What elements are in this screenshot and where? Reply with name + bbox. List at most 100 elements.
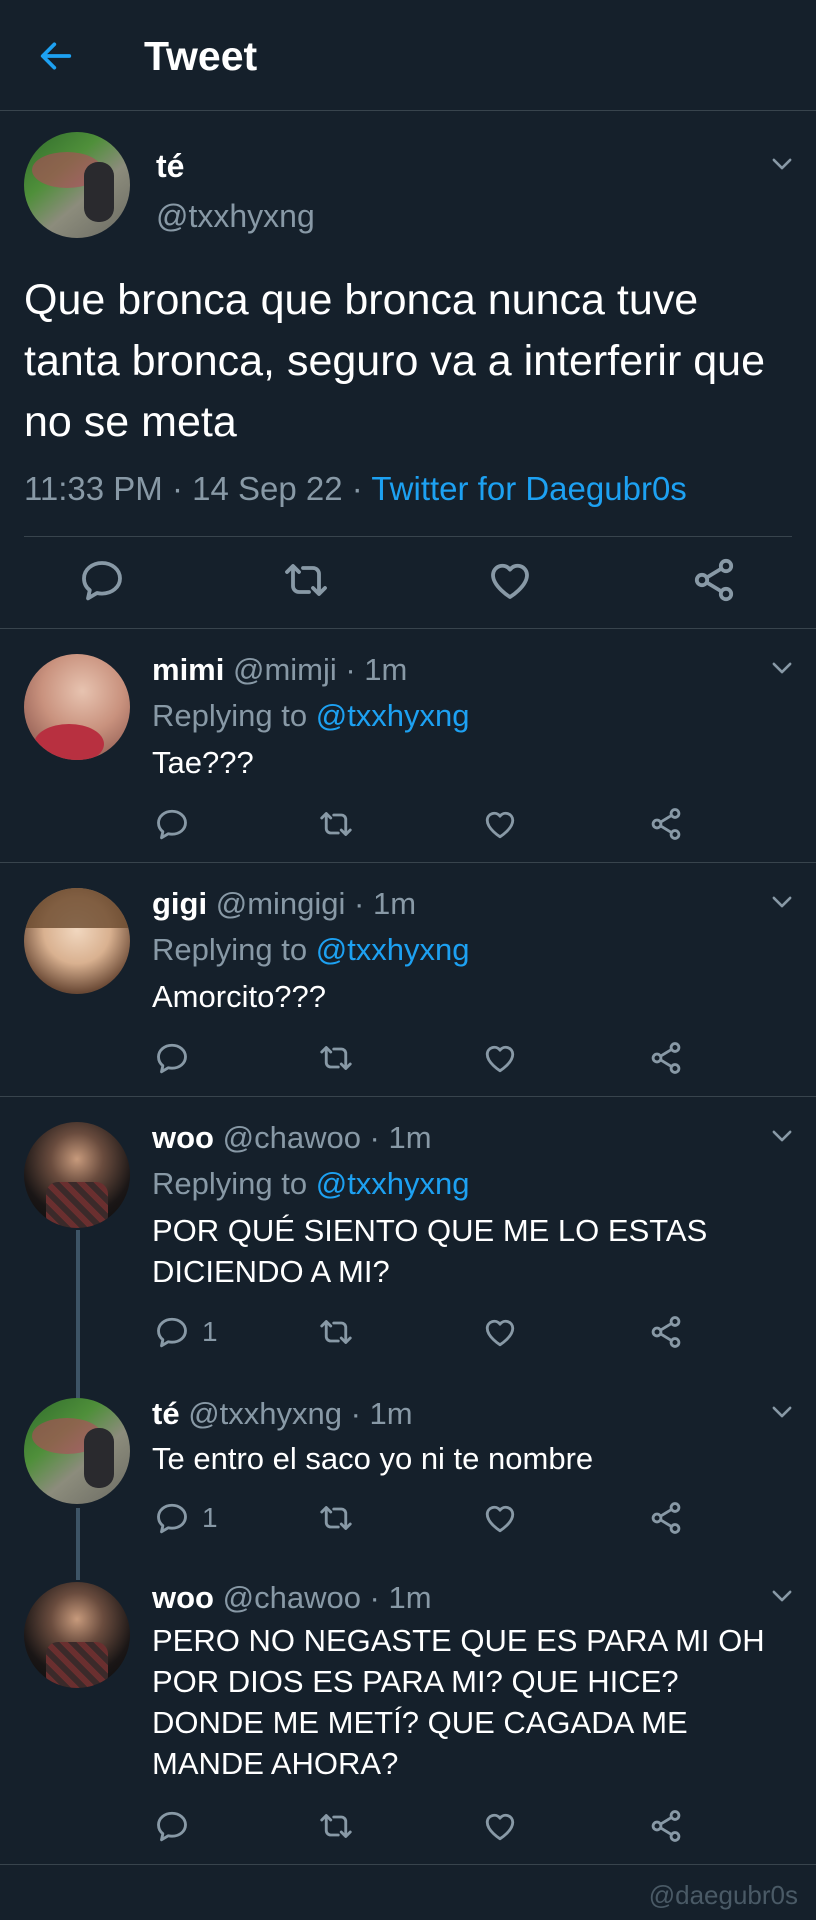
retweet-button[interactable] — [318, 1808, 354, 1844]
retweet-icon — [318, 1808, 354, 1844]
reply-text: Te entro el saco yo ni te nombre — [152, 1441, 594, 1476]
retweet-icon — [318, 1500, 354, 1536]
retweet-button[interactable] — [282, 556, 330, 604]
reply-author-name[interactable]: mimi — [152, 652, 224, 687]
author-handle[interactable]: @txxhyxng — [156, 198, 315, 235]
retweet-icon — [282, 556, 330, 604]
replying-to: Replying to @txxhyxng — [152, 1166, 470, 1201]
reply-icon — [154, 1040, 190, 1076]
reply-count: 1 — [202, 1316, 218, 1347]
share-button[interactable] — [648, 1500, 684, 1536]
avatar[interactable] — [24, 1398, 130, 1504]
like-button[interactable] — [486, 556, 534, 604]
share-button[interactable] — [648, 806, 684, 842]
reply-author-meta: @txxhyxng · 1m — [188, 1396, 413, 1431]
heart-icon — [482, 806, 518, 842]
retweet-button[interactable] — [318, 1040, 354, 1076]
arrow-left-icon — [40, 42, 72, 70]
heart-icon — [486, 556, 534, 604]
reply-menu-chevron[interactable] — [768, 654, 796, 682]
divider — [0, 1864, 816, 1865]
replying-to: Replying to @txxhyxng — [152, 932, 470, 967]
chevron-down-icon — [768, 654, 796, 682]
reply-header: té @txxhyxng · 1m — [152, 1396, 413, 1432]
like-button[interactable] — [482, 806, 518, 842]
reply-header: mimi @mimji · 1m — [152, 652, 407, 688]
reply-author-name[interactable]: gigi — [152, 886, 207, 921]
heart-icon — [482, 1040, 518, 1076]
reply-text: Tae??? — [152, 745, 254, 780]
reply-button[interactable] — [78, 556, 126, 604]
tweet-timestamp: 11:33 PM · 14 Sep 22 · — [24, 470, 372, 507]
tweet-menu-chevron[interactable] — [768, 150, 796, 178]
reply-icon — [154, 1808, 190, 1844]
share-icon — [690, 556, 738, 604]
chevron-down-icon — [768, 1122, 796, 1150]
reply-button[interactable] — [154, 1808, 190, 1844]
reply-author-meta: @chawoo · 1m — [222, 1120, 432, 1155]
reply-button[interactable] — [154, 1500, 190, 1536]
watermark: @daegubr0s — [648, 1880, 798, 1910]
share-icon — [648, 1808, 684, 1844]
back-button[interactable] — [36, 36, 76, 76]
like-button[interactable] — [482, 1314, 518, 1350]
share-icon — [648, 1314, 684, 1350]
like-button[interactable] — [482, 1500, 518, 1536]
retweet-icon — [318, 806, 354, 842]
reply-author-name[interactable]: té — [152, 1396, 180, 1431]
reply-text: POR QUÉ SIENTO QUE ME LO ESTAS DICIENDO … — [152, 1213, 708, 1289]
share-icon — [648, 806, 684, 842]
share-button[interactable] — [648, 1808, 684, 1844]
chevron-down-icon — [768, 1398, 796, 1426]
replying-to-handle[interactable]: @txxhyxng — [316, 1166, 470, 1201]
reply-button[interactable] — [154, 1040, 190, 1076]
reply-icon — [154, 1314, 190, 1350]
share-icon — [648, 1500, 684, 1536]
heart-icon — [482, 1314, 518, 1350]
like-button[interactable] — [482, 1040, 518, 1076]
reply-author-name[interactable]: woo — [152, 1120, 214, 1155]
divider — [0, 628, 816, 629]
top-bar: Tweet — [0, 0, 816, 111]
tweet-source-link[interactable]: Twitter for Daegubr0s — [371, 470, 686, 507]
reply-menu-chevron[interactable] — [768, 1122, 796, 1150]
reply-menu-chevron[interactable] — [768, 1582, 796, 1610]
retweet-icon — [318, 1314, 354, 1350]
divider — [0, 1096, 816, 1097]
replying-to-handle[interactable]: @txxhyxng — [316, 932, 470, 967]
avatar[interactable] — [24, 1122, 130, 1228]
share-button[interactable] — [648, 1040, 684, 1076]
reply-button[interactable] — [154, 1314, 190, 1350]
divider — [24, 536, 792, 537]
reply-author-name[interactable]: woo — [152, 1580, 214, 1615]
chevron-down-icon — [768, 150, 796, 178]
page-title: Tweet — [144, 33, 258, 79]
share-button[interactable] — [648, 1314, 684, 1350]
reply-menu-chevron[interactable] — [768, 888, 796, 916]
reply-menu-chevron[interactable] — [768, 1398, 796, 1426]
avatar[interactable] — [24, 888, 130, 994]
replying-to: Replying to @txxhyxng — [152, 698, 470, 733]
reply-count: 1 — [202, 1502, 218, 1533]
thread-line — [76, 1230, 80, 1400]
thread-line — [76, 1508, 80, 1580]
avatar[interactable] — [24, 654, 130, 760]
reply-author-meta: @mingigi · 1m — [215, 886, 417, 921]
heart-icon — [482, 1808, 518, 1844]
replying-to-handle[interactable]: @txxhyxng — [316, 698, 470, 733]
avatar-main[interactable] — [24, 132, 130, 238]
author-name[interactable]: té — [156, 148, 184, 185]
retweet-button[interactable] — [318, 1314, 354, 1350]
reply-text: Amorcito??? — [152, 979, 327, 1014]
chevron-down-icon — [768, 1582, 796, 1610]
retweet-button[interactable] — [318, 806, 354, 842]
reply-icon — [154, 1500, 190, 1536]
like-button[interactable] — [482, 1808, 518, 1844]
reply-header: woo @chawoo · 1m — [152, 1580, 432, 1616]
retweet-button[interactable] — [318, 1500, 354, 1536]
avatar[interactable] — [24, 1582, 130, 1688]
share-button[interactable] — [690, 556, 738, 604]
reply-button[interactable] — [154, 806, 190, 842]
tweet-text: Que bronca que bronca nunca tuve tanta b… — [24, 276, 765, 446]
retweet-icon — [318, 1040, 354, 1076]
